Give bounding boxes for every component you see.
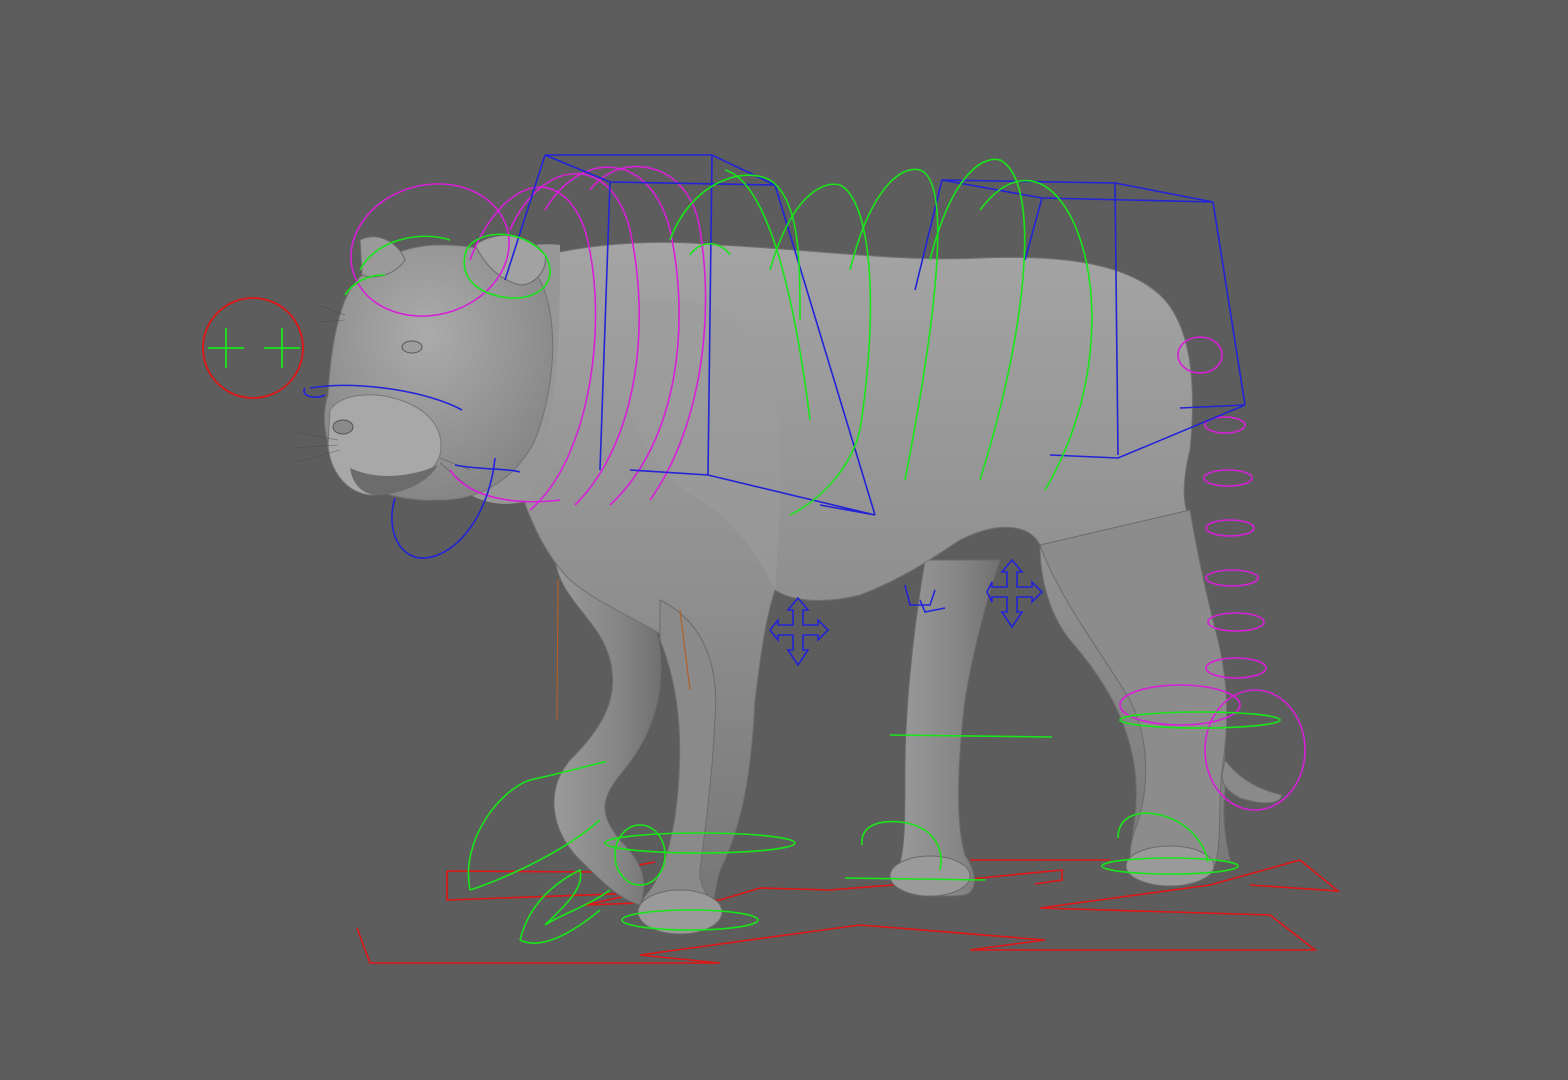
rig-scene[interactable] [0,0,1568,1080]
move-arrows-icon[interactable] [768,596,830,667]
maya-viewport[interactable] [0,0,1568,1080]
cat-model [292,234,1283,935]
crosshair-icon[interactable] [208,328,244,368]
hind-leg-far [896,559,1001,897]
eye-aim-control[interactable] [202,297,304,399]
crosshair-icon[interactable] [264,328,300,368]
